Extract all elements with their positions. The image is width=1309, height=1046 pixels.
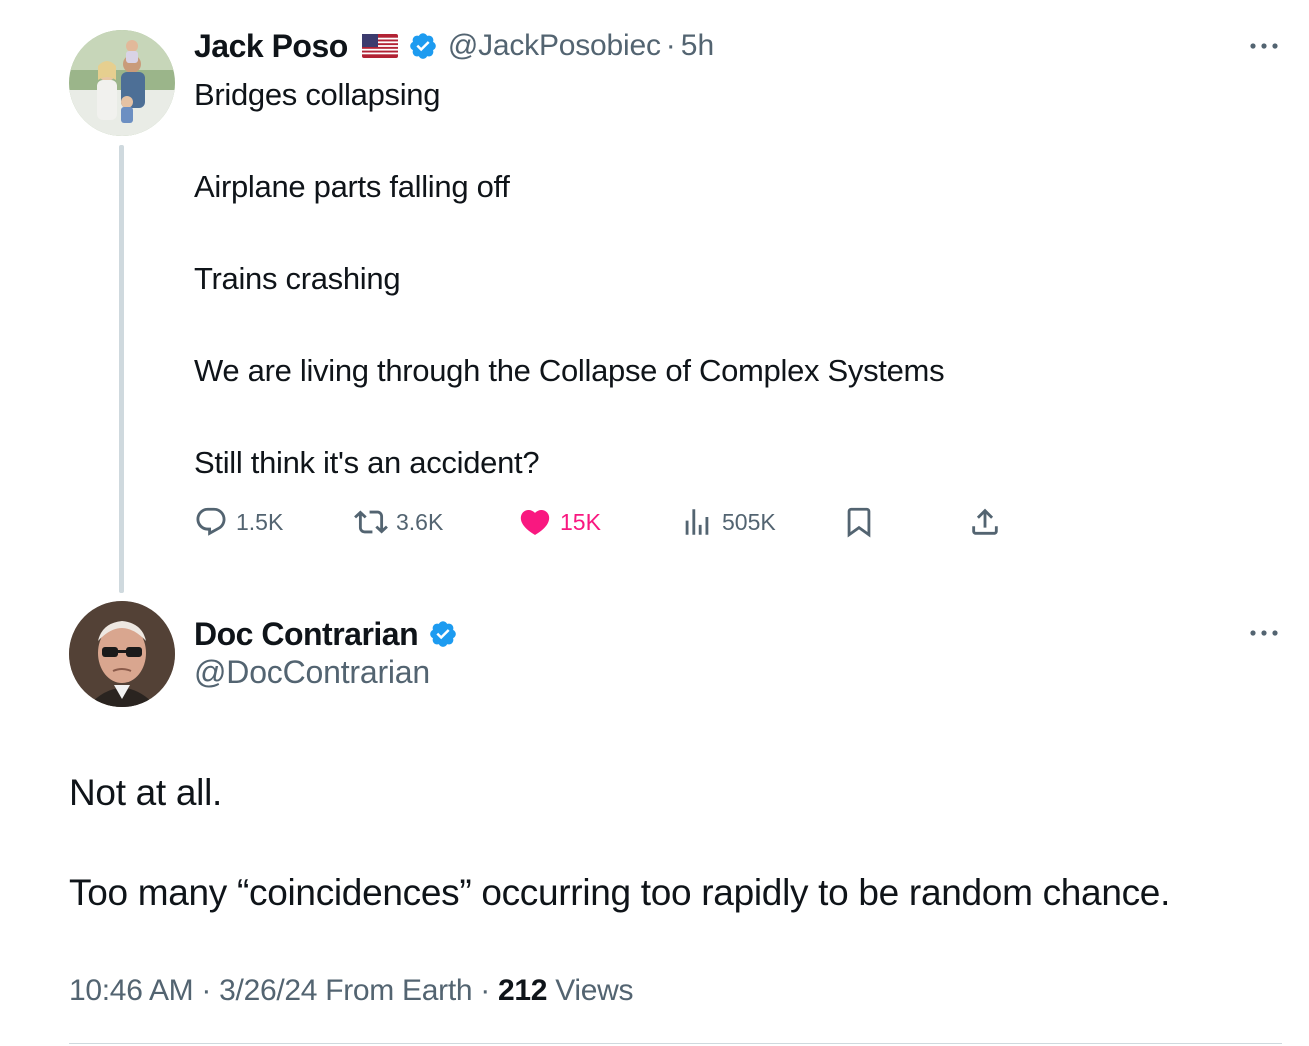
like-button[interactable]: 15K bbox=[518, 502, 601, 542]
retweet-count: 3.6K bbox=[396, 508, 444, 535]
views-button[interactable]: 505K bbox=[680, 502, 776, 542]
tweet-date[interactable]: 3/26/24 bbox=[219, 974, 317, 1007]
us-flag-icon bbox=[361, 34, 398, 58]
verified-badge-icon[interactable] bbox=[428, 619, 458, 649]
tweet-time[interactable]: 5h bbox=[681, 29, 714, 63]
tweet-line: Too many “coincidences” occurring too ra… bbox=[69, 872, 1171, 913]
separator-dot: · bbox=[480, 974, 490, 1007]
thread-line bbox=[119, 145, 124, 593]
tweet-metadata: 10:46 AM · 3/26/24 From Earth · 212 View… bbox=[69, 974, 634, 1008]
views-count: 505K bbox=[722, 508, 776, 535]
tweet-text: Not at all. Too many “coincidences” occu… bbox=[69, 768, 1289, 918]
handle[interactable]: @JackPosobiec bbox=[448, 29, 661, 63]
reply-button[interactable]: 1.5K bbox=[194, 502, 283, 542]
tweet-text: Bridges collapsing Airplane parts fallin… bbox=[194, 72, 1244, 486]
heart-filled-icon bbox=[518, 505, 552, 539]
share-button[interactable] bbox=[968, 502, 1010, 542]
share-icon bbox=[968, 505, 1002, 539]
handle[interactable]: @DocContrarian bbox=[194, 654, 430, 691]
tweet-header: Doc Contrarian bbox=[194, 612, 458, 656]
tweet-page: Jack Poso @JackPosobiec · 5h Bridges col… bbox=[0, 0, 1309, 1046]
tweet-line: Airplane parts falling off bbox=[194, 169, 510, 204]
tweet-line: Bridges collapsing bbox=[194, 77, 441, 112]
divider bbox=[69, 1043, 1282, 1044]
tweet-actions: 1.5K 3.6K 15K 505K bbox=[194, 502, 1014, 542]
retweet-icon bbox=[354, 505, 388, 539]
avatar[interactable] bbox=[69, 601, 175, 707]
more-options-icon[interactable] bbox=[1248, 627, 1280, 639]
reply-icon bbox=[194, 505, 228, 539]
like-count: 15K bbox=[560, 508, 601, 535]
bookmark-button[interactable] bbox=[842, 502, 884, 542]
analytics-icon bbox=[680, 505, 714, 539]
display-name[interactable]: Doc Contrarian bbox=[194, 616, 419, 653]
tweet-source: From Earth bbox=[325, 974, 473, 1007]
more-options-icon[interactable] bbox=[1248, 40, 1280, 52]
separator-dot: · bbox=[201, 974, 212, 1007]
avatar-family-photo bbox=[69, 30, 175, 136]
bookmark-icon bbox=[842, 505, 876, 539]
retweet-button[interactable]: 3.6K bbox=[354, 502, 443, 542]
tweet-line: Trains crashing bbox=[194, 261, 401, 296]
tweet-timestamp[interactable]: 10:46 AM bbox=[69, 974, 194, 1007]
avatar-portrait-photo bbox=[69, 601, 175, 707]
separator-dot: · bbox=[665, 29, 676, 62]
tweet-line: Not at all. bbox=[69, 772, 222, 813]
views-label: Views bbox=[555, 974, 634, 1007]
reply-count: 1.5K bbox=[236, 508, 284, 535]
tweet-header: Jack Poso @JackPosobiec · 5h bbox=[194, 24, 714, 68]
views-count: 212 bbox=[498, 974, 548, 1007]
tweet-line: We are living through the Collapse of Co… bbox=[194, 353, 945, 388]
verified-badge-icon[interactable] bbox=[408, 31, 438, 61]
avatar[interactable] bbox=[69, 30, 175, 136]
display-name[interactable]: Jack Poso bbox=[194, 28, 348, 65]
tweet-line: Still think it's an accident? bbox=[194, 445, 540, 480]
